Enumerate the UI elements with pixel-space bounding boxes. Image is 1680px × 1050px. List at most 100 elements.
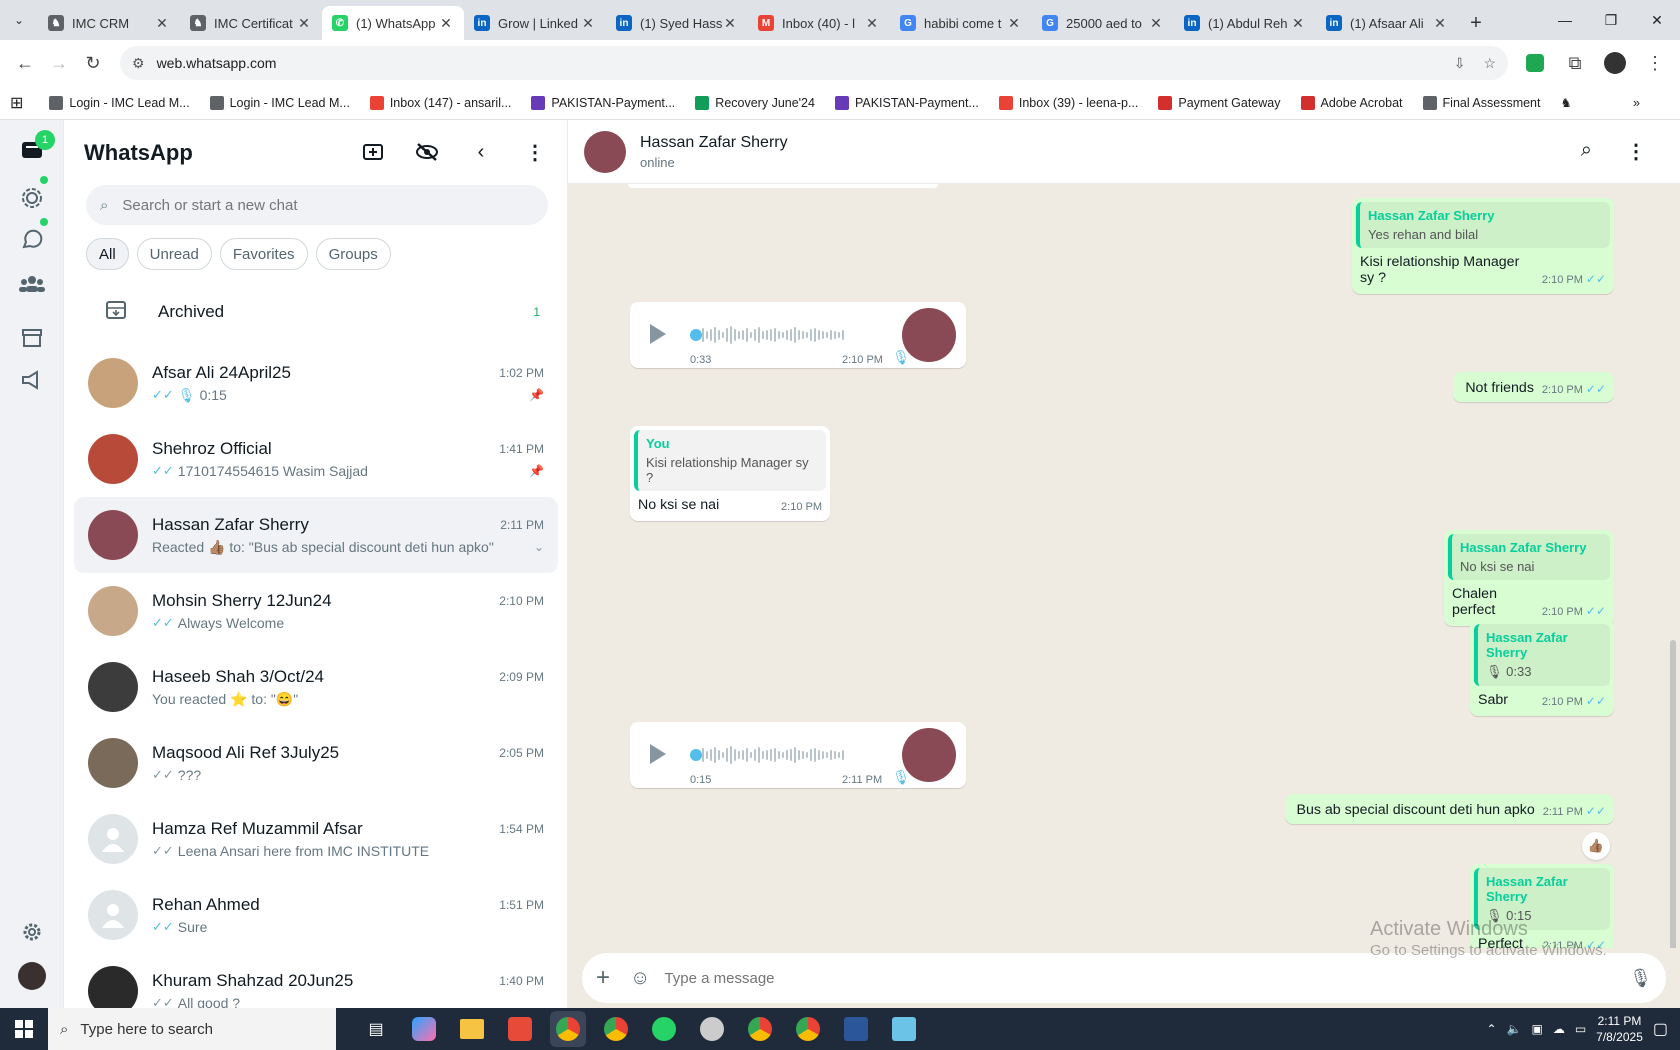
chat-list-item[interactable]: Rehan Ahmed 1:51 PM ✓✓ Sure <box>74 877 558 953</box>
profile-avatar[interactable] <box>1598 46 1632 80</box>
chat-search[interactable]: ⌕ <box>86 185 548 225</box>
bookmark-item[interactable]: Login - IMC Lead M... <box>49 95 190 110</box>
browser-tab[interactable]: ♞ IMC CRM ✕ <box>38 6 180 40</box>
task-view-icon[interactable]: ▤ <box>358 1011 394 1047</box>
tab-search-menu[interactable]: ⌄ <box>0 0 38 40</box>
chrome-icon[interactable] <box>790 1011 826 1047</box>
chat-list-item[interactable]: Haseeb Shah 3/Oct/24 2:09 PM You reacted ⭐… <box>74 649 558 725</box>
start-button[interactable] <box>0 1008 48 1050</box>
chrome-icon[interactable] <box>742 1011 778 1047</box>
new-chat-icon[interactable] <box>361 140 385 164</box>
clock[interactable]: 2:11 PM 7/8/2025 <box>1596 1013 1643 1045</box>
new-tab-button[interactable]: + <box>1458 6 1494 40</box>
voice-progress-knob[interactable] <box>690 749 702 761</box>
bookmark-item[interactable]: Adobe Acrobat <box>1300 95 1403 110</box>
apps-grid-icon[interactable]: ⊞ <box>10 93 23 113</box>
clock-app-icon[interactable] <box>694 1011 730 1047</box>
bookmark-item[interactable]: Inbox (147) - ansaril... <box>369 95 511 110</box>
word-icon[interactable] <box>838 1011 874 1047</box>
bookmark-item[interactable]: Login - IMC Lead M... <box>209 95 350 110</box>
back-button[interactable]: ← <box>8 46 42 80</box>
reload-button[interactable]: ↻ <box>76 46 110 80</box>
voice-record-icon[interactable]: 🎙 <box>1629 968 1652 989</box>
bookmark-item[interactable]: Final Assessment <box>1422 95 1541 110</box>
extensions-icon[interactable]: ⧉ <box>1558 46 1592 80</box>
chat-menu-icon[interactable]: ⋮ <box>1626 139 1646 164</box>
file-explorer-icon[interactable] <box>454 1011 490 1047</box>
chat-list-item[interactable]: Shehroz Official 1:41 PM ✓✓ 1710174554615 W… <box>74 421 558 497</box>
chrome-icon[interactable] <box>550 1011 586 1047</box>
tab-close-icon[interactable]: ✕ <box>154 15 170 32</box>
hide-chats-icon[interactable] <box>415 140 439 164</box>
message-bubble[interactable]: Not friends 2:10 PM ✓✓ <box>1453 372 1614 402</box>
volume-icon[interactable]: 🔈 <box>1507 1022 1522 1036</box>
browser-menu-icon[interactable]: ⋮ <box>1638 46 1672 80</box>
chat-list-item[interactable]: Mohsin Sherry 12Jun24 2:10 PM ✓✓ Always Wel… <box>74 573 558 649</box>
conversation-scrollbar[interactable] <box>1670 640 1676 948</box>
browser-tab[interactable]: in Grow | Linked ✕ <box>464 6 606 40</box>
meet-now-icon[interactable]: ▣ <box>1531 1022 1542 1036</box>
sidebar-menu-icon[interactable]: ⋮ <box>523 140 547 164</box>
taskbar-search[interactable]: ⌕ Type here to search <box>48 1008 336 1050</box>
tab-close-icon[interactable]: ✕ <box>722 15 738 32</box>
communities-icon[interactable] <box>16 268 48 300</box>
chevron-down-icon[interactable]: ⌄ <box>534 540 544 554</box>
filter-chip-all[interactable]: All <box>86 238 129 270</box>
collapse-icon[interactable]: ‹ <box>469 140 493 164</box>
bookmark-item[interactable]: Payment Gateway <box>1158 95 1281 110</box>
settings-icon[interactable] <box>16 916 48 948</box>
tab-close-icon[interactable]: ✕ <box>1148 15 1164 32</box>
filter-chip-groups[interactable]: Groups <box>315 238 391 270</box>
voice-message[interactable]: 0:33 2:10 PM 🎙 <box>630 302 966 368</box>
whatsapp-icon[interactable] <box>646 1011 682 1047</box>
voice-waveform[interactable] <box>694 744 864 766</box>
message-bubble[interactable]: You Kisi relationship Manager sy ? No ksi… <box>630 426 830 521</box>
browser-tab[interactable]: in (1) Abdul Reh ✕ <box>1174 6 1316 40</box>
reaction-badge[interactable]: 👍🏽 <box>1582 832 1610 860</box>
tab-close-icon[interactable]: ✕ <box>1290 15 1306 32</box>
tab-close-icon[interactable]: ✕ <box>864 15 880 32</box>
tab-close-icon[interactable]: ✕ <box>1432 15 1448 32</box>
message-bubble[interactable]: Bus ab special discount deti hun apko 2:… <box>1284 794 1614 824</box>
voice-waveform[interactable] <box>694 324 864 346</box>
site-info-icon[interactable]: ⚙ <box>132 55 145 72</box>
browser-tab[interactable]: ✆ (1) WhatsApp ✕ <box>322 6 464 40</box>
chat-list-item[interactable]: Hamza Ref Muzammil Afsar 1:54 PM ✓✓ Leena A… <box>74 801 558 877</box>
search-input[interactable] <box>122 196 534 214</box>
install-app-icon[interactable]: ⇩ <box>1454 55 1466 72</box>
conversation-header[interactable]: Hassan Zafar Sherry online ⌕ ⋮ <box>568 120 1680 184</box>
message-bubble[interactable]: Hassan Zafar Sherry 🎙 0:33 Sabr 2:10 PM ✓✓ <box>1470 620 1614 716</box>
app-icon[interactable] <box>502 1011 538 1047</box>
browser-tab[interactable]: ♞ IMC Certificat ✕ <box>180 6 322 40</box>
play-icon[interactable] <box>650 744 666 764</box>
play-icon[interactable] <box>650 324 666 344</box>
message-bubble[interactable]: Hassan Zafar Sherry Yes rehan and bilal K… <box>1352 198 1614 294</box>
bookmark-star-icon[interactable]: ☆ <box>1483 55 1496 72</box>
browser-tab[interactable]: Ghabibi come t ✕ <box>890 6 1032 40</box>
attach-icon[interactable]: + <box>596 964 610 992</box>
whatsapp-extension-icon[interactable] <box>1518 46 1552 80</box>
chat-list-item[interactable]: Afsar Ali 24April25 1:02 PM ✓✓ 🎙 0:15 📌 <box>74 345 558 421</box>
bookmark-item[interactable]: Inbox (39) - leena-p... <box>998 95 1138 110</box>
omnibox[interactable]: ⚙ web.whatsapp.com ⇩ ☆ <box>120 46 1508 80</box>
archived-row[interactable]: Archived 1 <box>86 288 548 336</box>
bookmark-item[interactable]: PAKISTAN-Payment... <box>531 95 675 110</box>
advertise-icon[interactable] <box>16 364 48 396</box>
filter-chip-favorites[interactable]: Favorites <box>219 238 308 270</box>
chat-list-item[interactable]: Hassan Zafar Sherry 2:11 PM Reacted 👍🏽 to:… <box>74 497 558 573</box>
forward-button[interactable]: → <box>42 46 76 80</box>
browser-tab[interactable]: in (1) Syed Hass ✕ <box>606 6 748 40</box>
tab-close-icon[interactable]: ✕ <box>438 15 454 32</box>
search-chat-icon[interactable]: ⌕ <box>1581 139 1592 164</box>
chat-list-item[interactable]: Maqsood Ali Ref 3July25 2:05 PM ✓✓??? <box>74 725 558 801</box>
filter-chip-unread[interactable]: Unread <box>136 238 212 270</box>
weather-icon[interactable]: ☁ <box>1553 1022 1565 1036</box>
business-tools-icon[interactable] <box>16 322 48 354</box>
tab-close-icon[interactable]: ✕ <box>580 15 596 32</box>
chrome-icon[interactable] <box>598 1011 634 1047</box>
status-icon[interactable] <box>16 182 48 214</box>
message-input[interactable] <box>664 969 1630 987</box>
browser-tab[interactable]: G 25000 aed to ✕ <box>1032 6 1174 40</box>
profile-avatar[interactable] <box>16 960 48 992</box>
message-bubble[interactable]: Hassan Zafar Sherry No ksi se nai Chalen … <box>1444 530 1614 626</box>
